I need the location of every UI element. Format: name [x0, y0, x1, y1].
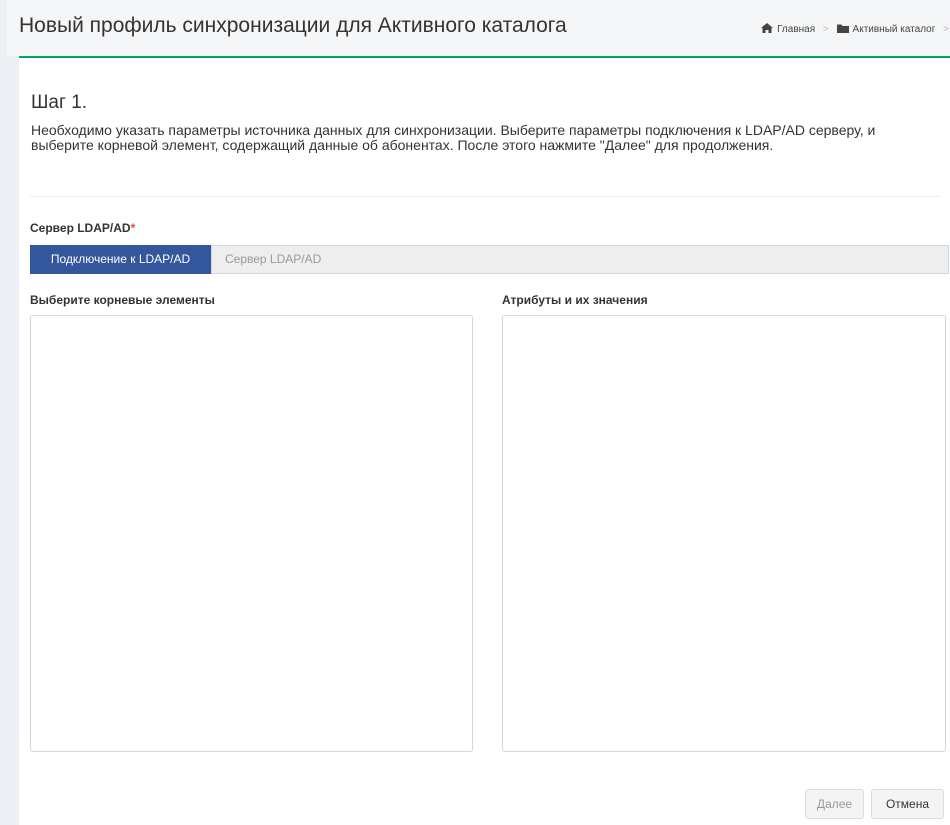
breadcrumb-current[interactable]: Активный каталог — [836, 24, 939, 35]
divider — [30, 196, 940, 197]
server-label-text: Сервер LDAP/AD — [30, 221, 131, 235]
folder-icon — [836, 24, 849, 33]
home-icon — [761, 23, 774, 33]
breadcrumb-current-label: Активный каталог — [852, 24, 936, 35]
breadcrumb: Главная > Активный каталог > — [761, 23, 950, 35]
server-label: Сервер LDAP/AD* — [30, 221, 135, 235]
connect-ldap-button[interactable]: Подключение к LDAP/AD — [30, 245, 211, 274]
breadcrumb-home[interactable]: Главная — [761, 23, 818, 35]
root-elements-tree[interactable] — [30, 315, 473, 752]
breadcrumb-separator: > — [822, 24, 829, 35]
root-elements-label: Выберите корневые элементы — [30, 293, 215, 307]
attributes-panel[interactable] — [502, 315, 946, 752]
content-header: Новый профиль синхронизации для Активног… — [7, 0, 950, 56]
required-mark: * — [130, 221, 136, 235]
page-title: Новый профиль синхронизации для Активног… — [19, 14, 567, 37]
cancel-button[interactable]: Отмена — [871, 789, 944, 819]
next-button[interactable]: Далее — [805, 789, 864, 819]
step-description: Необходимо указать параметры источника д… — [31, 122, 876, 153]
profile-form-box: Шаг 1. Необходимо указать параметры исто… — [19, 56, 950, 825]
breadcrumb-home-label: Главная — [777, 24, 816, 35]
server-input[interactable]: Сервер LDAP/AD — [211, 245, 949, 274]
attributes-label: Атрибуты и их значения — [502, 293, 648, 307]
step-title: Шаг 1. — [31, 92, 88, 113]
breadcrumb-separator: > — [943, 24, 949, 35]
